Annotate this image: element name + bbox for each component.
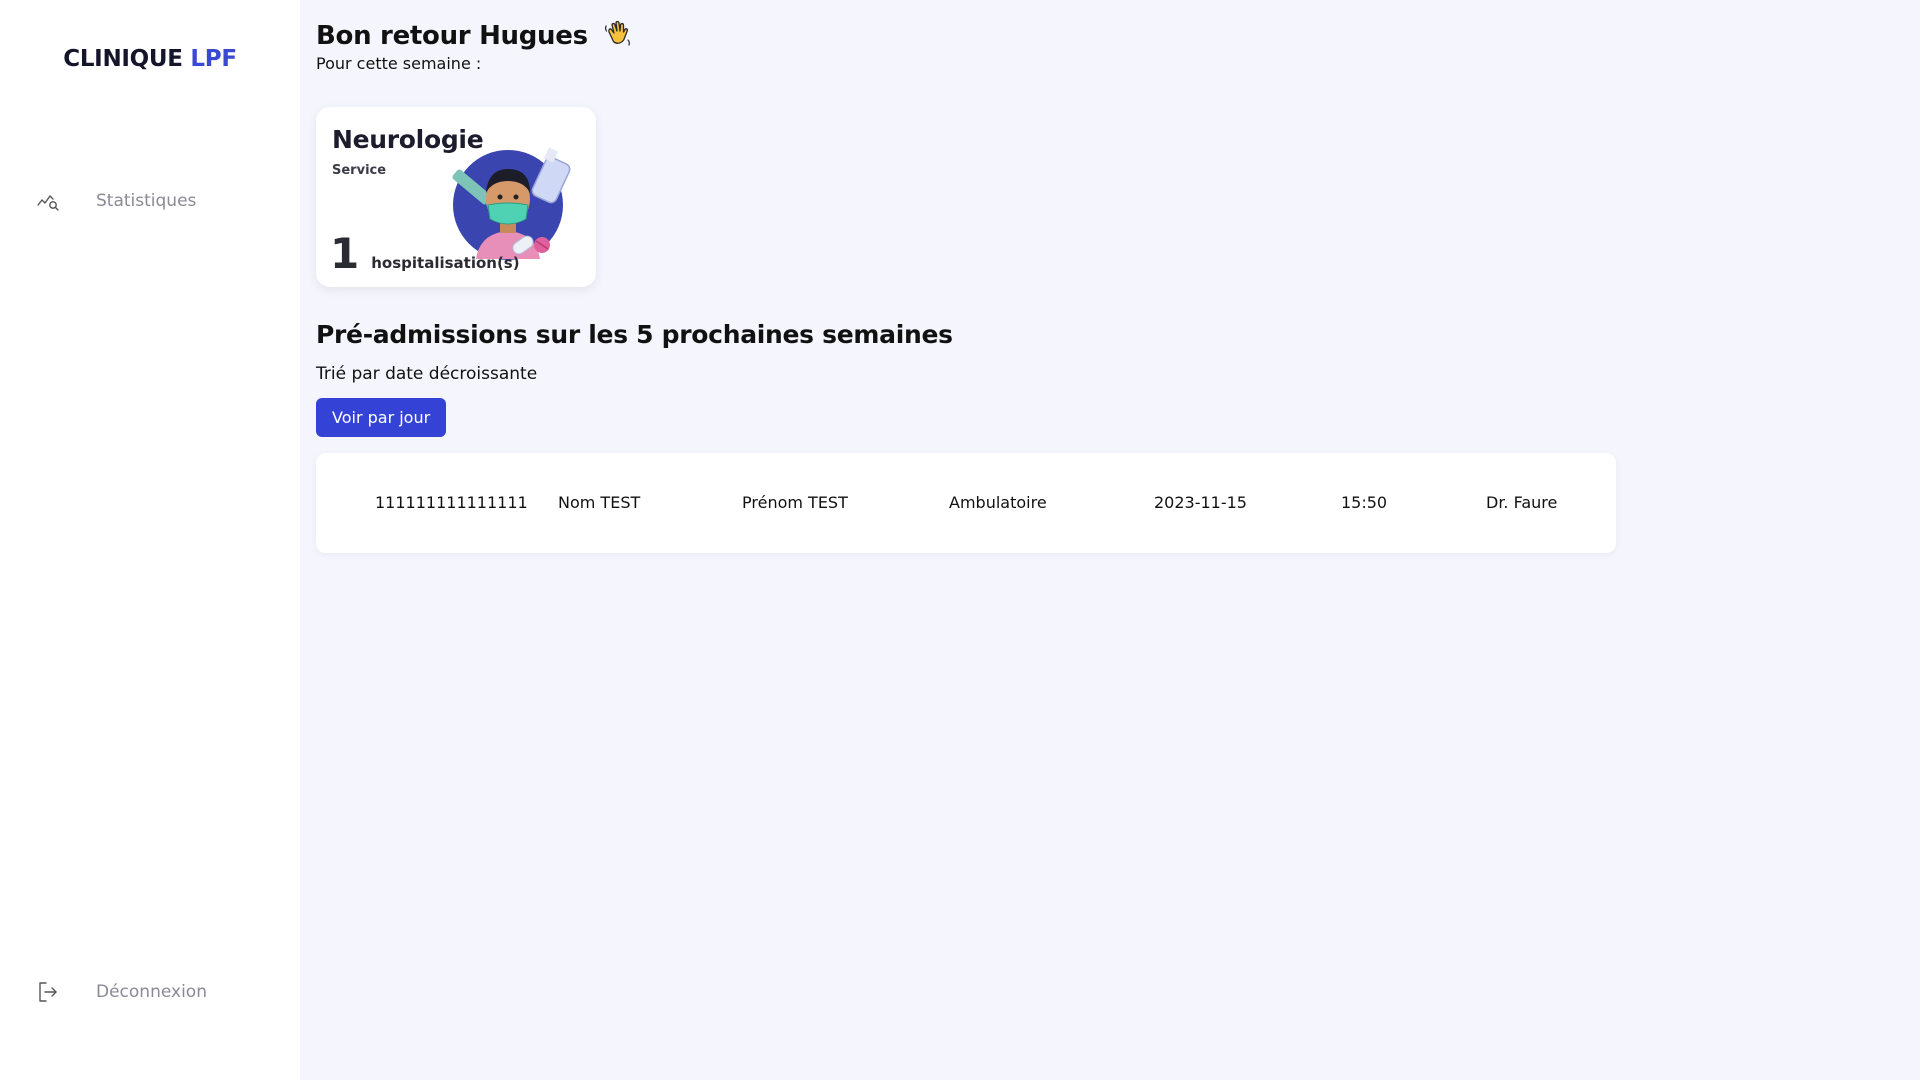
- cell-nom: Nom TEST: [558, 493, 641, 512]
- view-by-day-button[interactable]: Voir par jour: [316, 398, 447, 437]
- cell-medecin: Dr. Faure: [1486, 493, 1558, 512]
- sidebar-item-label: Statistiques: [96, 191, 197, 211]
- preadmissions-table: 111111111111111 Nom TEST Prénom TEST Amb…: [316, 453, 1616, 553]
- preadmissions-title: Pré-admissions sur les 5 prochaines sema…: [316, 320, 953, 349]
- app-root: CLINIQUE LPF Statistiques Déconnexion Bo…: [0, 0, 1920, 1080]
- waving-hand-icon: [603, 18, 633, 55]
- logo-main-text: CLINIQUE: [63, 46, 183, 72]
- logout-label: Déconnexion: [96, 982, 207, 1002]
- cell-date: 2023-11-15: [1154, 493, 1247, 512]
- count-number: 1: [330, 229, 360, 278]
- stats-search-icon: [36, 189, 60, 213]
- clinic-logo[interactable]: CLINIQUE LPF: [0, 46, 300, 72]
- table-row[interactable]: 111111111111111 Nom TEST Prénom TEST Amb…: [316, 453, 1616, 553]
- logout-icon: [36, 980, 60, 1004]
- logo-accent-text: LPF: [190, 46, 237, 72]
- count-label: hospitalisation(s): [371, 254, 520, 272]
- cell-type: Ambulatoire: [949, 493, 1047, 512]
- cell-id: 111111111111111: [375, 493, 528, 512]
- logout-button[interactable]: Déconnexion: [36, 980, 207, 1004]
- cell-heure: 15:50: [1341, 493, 1388, 512]
- cell-prenom: Prénom TEST: [742, 493, 848, 512]
- service-card[interactable]: Neurologie Service 1 hospitalisation(s): [316, 107, 596, 287]
- sidebar-item-statistiques[interactable]: Statistiques: [36, 189, 196, 213]
- greeting-text: Bon retour Hugues: [316, 21, 588, 51]
- week-subtitle: Pour cette semaine :: [316, 54, 482, 73]
- sort-note: Trié par date décroissante: [316, 364, 538, 384]
- sidebar: CLINIQUE LPF Statistiques Déconnexion: [0, 0, 300, 1080]
- service-label: Service: [332, 163, 387, 178]
- hospitalisation-count: 1 hospitalisation(s): [330, 229, 520, 278]
- page-title: Bon retour Hugues: [316, 18, 633, 55]
